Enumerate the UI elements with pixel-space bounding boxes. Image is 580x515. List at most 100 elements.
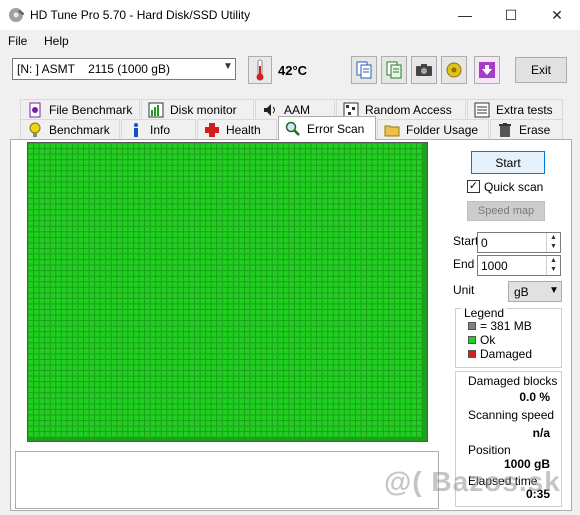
- tab-disk-monitor[interactable]: Disk monitor: [141, 99, 254, 119]
- scan-block: [133, 237, 139, 243]
- scan-block: [228, 371, 233, 376]
- scan-block: [367, 415, 372, 420]
- scan-block: [294, 193, 300, 198]
- scan-block: [333, 176, 339, 182]
- scan-block: [200, 154, 206, 160]
- scan-block: [317, 387, 322, 393]
- scan-block: [150, 359, 156, 365]
- scan-block: [89, 354, 95, 359]
- scan-block: [289, 210, 294, 215]
- options-icon[interactable]: [441, 56, 467, 84]
- scan-block: [294, 215, 300, 221]
- scan-block: [139, 343, 145, 348]
- scan-block: [167, 387, 172, 393]
- scan-block: [156, 337, 161, 343]
- scan-block: [200, 221, 206, 226]
- scan-block: [244, 287, 250, 293]
- tab-info[interactable]: Info: [121, 119, 196, 139]
- speed-map-button[interactable]: Speed map: [467, 201, 545, 221]
- scan-block: [328, 371, 333, 376]
- scan-block: [250, 243, 256, 248]
- scan-block: [200, 393, 206, 398]
- tab-health[interactable]: Health: [197, 119, 277, 139]
- quick-scan-checkbox[interactable]: ✓: [467, 180, 480, 193]
- exit-button[interactable]: Exit: [515, 57, 567, 83]
- scan-block: [156, 432, 161, 437]
- maximize-button[interactable]: ☐: [488, 0, 534, 30]
- scan-block: [222, 326, 228, 332]
- scan-block: [233, 298, 239, 304]
- scan-block: [278, 415, 283, 420]
- scan-block: [306, 337, 311, 343]
- scan-block: [84, 199, 89, 204]
- spin-arrows-icon[interactable]: ▲ ▼: [546, 233, 560, 252]
- copy-info-icon[interactable]: [351, 56, 377, 84]
- scan-block: [222, 243, 228, 248]
- scan-block: [150, 171, 156, 176]
- scan-block: [34, 265, 39, 271]
- scan-block: [333, 310, 339, 315]
- scan-block: [311, 171, 317, 176]
- scan-block: [89, 393, 95, 398]
- scan-block: [367, 232, 372, 237]
- spin-arrows-icon[interactable]: ▲ ▼: [546, 256, 560, 275]
- scan-block: [394, 260, 400, 265]
- scan-block: [278, 426, 283, 432]
- scan-block: [256, 215, 261, 221]
- scan-block: [239, 199, 244, 204]
- camera-icon[interactable]: [411, 56, 437, 84]
- scan-block: [217, 343, 222, 348]
- scan-block: [67, 276, 72, 282]
- scan-block: [300, 226, 305, 232]
- save-document-icon[interactable]: [381, 56, 407, 84]
- tab-extra-tests[interactable]: Extra tests: [467, 99, 563, 119]
- scan-block: [95, 337, 100, 343]
- tab-erase[interactable]: Erase: [490, 119, 563, 139]
- scan-block: [56, 343, 61, 348]
- scan-block: [311, 321, 317, 326]
- scan-block: [300, 432, 305, 437]
- scan-block: [89, 182, 95, 187]
- scan-block: [128, 199, 133, 204]
- tab-file-benchmark[interactable]: File Benchmark: [20, 99, 140, 119]
- menu-help[interactable]: Help: [44, 34, 69, 48]
- scan-block: [283, 154, 289, 160]
- start-spinbox[interactable]: 0 ▲ ▼: [477, 232, 561, 253]
- unit-select[interactable]: gB ▼: [508, 281, 562, 302]
- scan-block: [61, 432, 67, 437]
- scan-block: [411, 165, 416, 171]
- scan-block: [206, 354, 211, 359]
- scan-block: [400, 237, 405, 243]
- tab-error-scan[interactable]: Error Scan: [278, 116, 376, 140]
- scan-block: [206, 326, 211, 332]
- scan-block: [361, 432, 367, 437]
- scan-block: [172, 282, 178, 287]
- menu-file[interactable]: File: [8, 34, 27, 48]
- scan-block: [161, 421, 167, 426]
- scan-block: [361, 398, 367, 404]
- scan-block: [61, 376, 67, 382]
- scan-block: [206, 243, 211, 248]
- tab-benchmark[interactable]: Benchmark: [20, 119, 120, 139]
- start-button[interactable]: Start: [471, 151, 545, 174]
- minimize-button[interactable]: —: [442, 0, 488, 30]
- scan-block: [78, 265, 83, 271]
- scan-block: [411, 315, 416, 321]
- drive-select[interactable]: [N: ] ASMT 2115 (1000 gB) ▼: [12, 58, 236, 80]
- end-spinbox[interactable]: 1000 ▲ ▼: [477, 255, 561, 276]
- scan-block: [267, 343, 272, 348]
- scan-block: [256, 165, 261, 171]
- scan-block: [405, 171, 411, 176]
- download-arrow-icon[interactable]: [474, 56, 500, 84]
- scan-block: [328, 265, 333, 271]
- tab-folder-usage[interactable]: Folder Usage: [377, 119, 489, 139]
- folder-icon: [384, 122, 400, 138]
- scan-block: [206, 293, 211, 298]
- close-button[interactable]: ✕: [534, 0, 580, 30]
- scan-block: [278, 187, 283, 193]
- scan-block: [172, 359, 178, 365]
- scan-block: [117, 204, 122, 210]
- scan-block: [228, 304, 233, 309]
- scan-block: [95, 248, 100, 254]
- scan-block: [344, 171, 350, 176]
